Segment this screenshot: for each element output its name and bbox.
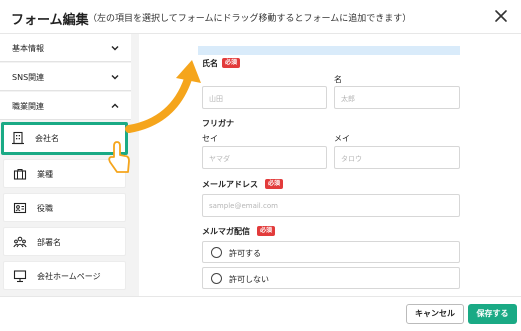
modal-title: フォーム編集 xyxy=(11,13,89,28)
drop-indicator xyxy=(198,46,460,55)
palette-item-industry[interactable]: 業種 xyxy=(3,159,126,188)
form-preview: 氏名 必須 名 山田 太郎 フリガナ セイ メイ ヤマダ タロウ メールアドレス… xyxy=(140,34,521,296)
close-icon xyxy=(495,10,507,22)
chevron-down-icon xyxy=(111,75,119,80)
radio-circle-icon xyxy=(211,273,222,284)
palette-item-label: 会社名 xyxy=(35,134,59,143)
building-icon xyxy=(12,131,24,145)
cancel-button[interactable]: キャンセル xyxy=(406,304,464,324)
modal-subtitle: （左の項目を選択してフォームにドラッグ移動するとフォームに追加できます） xyxy=(88,14,412,24)
sidebar-scrollbar[interactable] xyxy=(131,34,139,296)
mei-sublabel: メイ xyxy=(334,134,350,143)
palette-item-label: 部署名 xyxy=(37,238,61,247)
mei-input[interactable]: タロウ xyxy=(334,146,460,169)
accordion-basic-info[interactable]: 基本情報 xyxy=(0,34,131,62)
placeholder: 山田 xyxy=(209,95,223,103)
briefcase-icon xyxy=(13,168,27,180)
furigana-label: フリガナ xyxy=(202,119,234,128)
first-name-input[interactable]: 太郎 xyxy=(334,86,460,109)
close-button[interactable] xyxy=(492,7,510,25)
palette-item-department[interactable]: 部署名 xyxy=(3,227,126,256)
palette-item-position[interactable]: 役職 xyxy=(3,193,126,222)
placeholder: タロウ xyxy=(341,155,362,163)
first-name-sublabel: 名 xyxy=(334,75,342,84)
save-button[interactable]: 保存する xyxy=(468,304,517,324)
required-badge: 必須 xyxy=(222,58,241,68)
email-label: メールアドレス xyxy=(202,180,258,189)
name-label: 氏名 xyxy=(202,59,218,68)
required-badge: 必須 xyxy=(265,179,284,189)
newsletter-label: メルマガ配信 xyxy=(202,227,250,236)
monitor-icon xyxy=(13,270,27,283)
radio-label: 許可する xyxy=(229,249,261,258)
form-edit-modal: フォーム編集 （左の項目を選択してフォームにドラッグ移動するとフォームに追加でき… xyxy=(0,0,521,331)
email-input[interactable]: sample@email.com xyxy=(202,194,460,217)
newsletter-option-deny[interactable]: 許可しない xyxy=(202,267,460,289)
palette-item-label: 業種 xyxy=(37,170,53,179)
palette-item-label: 役職 xyxy=(37,204,53,213)
accordion-label: 基本情報 xyxy=(12,44,44,53)
accordion-label: SNS関連 xyxy=(12,73,45,82)
newsletter-option-allow[interactable]: 許可する xyxy=(202,241,460,263)
id-card-icon xyxy=(13,202,27,214)
field-palette-sidebar: 基本情報 SNS関連 職業関連 会社名 業種 役職 部署名 会社ホームページ xyxy=(0,34,139,296)
placeholder: sample@email.com xyxy=(209,202,278,210)
accordion-occupation[interactable]: 職業関連 xyxy=(0,92,131,120)
palette-item-company-name[interactable]: 会社名 xyxy=(1,122,128,155)
placeholder: 太郎 xyxy=(341,95,355,103)
sei-sublabel: セイ xyxy=(202,134,218,143)
chevron-up-icon xyxy=(111,103,119,108)
modal-footer: キャンセル 保存する xyxy=(0,296,521,331)
radio-label: 許可しない xyxy=(229,275,269,284)
accordion-sns[interactable]: SNS関連 xyxy=(0,63,131,91)
palette-item-company-website[interactable]: 会社ホームページ xyxy=(3,261,126,290)
accordion-label: 職業関連 xyxy=(12,102,44,111)
modal-header: フォーム編集 （左の項目を選択してフォームにドラッグ移動するとフォームに追加でき… xyxy=(0,0,521,34)
radio-circle-icon xyxy=(211,247,222,258)
chevron-down-icon xyxy=(111,46,119,51)
placeholder: ヤマダ xyxy=(209,155,230,163)
required-badge: 必須 xyxy=(257,226,276,236)
palette-item-label: 会社ホームページ xyxy=(37,272,101,281)
group-icon xyxy=(13,236,27,248)
sei-input[interactable]: ヤマダ xyxy=(202,146,327,169)
last-name-input[interactable]: 山田 xyxy=(202,86,327,109)
